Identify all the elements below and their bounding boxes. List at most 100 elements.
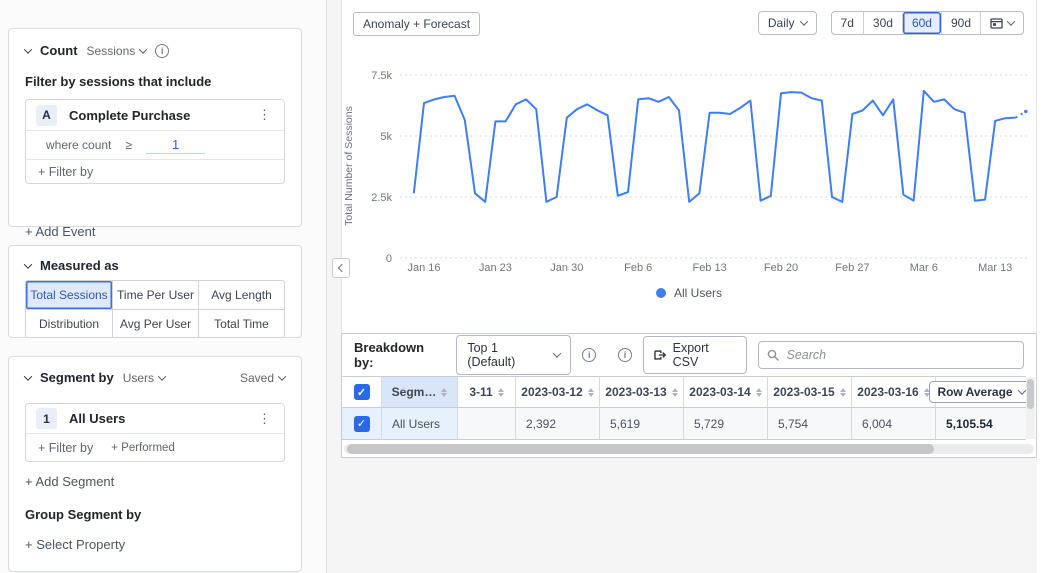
table-header-cell[interactable]: 3-11 [458, 376, 516, 408]
table-cell [458, 408, 516, 440]
event-filter-by-link[interactable]: + Filter by [38, 165, 93, 179]
chevron-down-icon [139, 45, 147, 53]
collapse-count-icon[interactable] [24, 45, 32, 53]
sort-icon[interactable] [498, 388, 504, 397]
main-area: Anomaly + Forecast Daily 7d30d60d90d 02.… [327, 0, 1056, 573]
table-header-cell[interactable]: 2023-03-12 [516, 376, 600, 408]
measured-as-option[interactable]: Distribution [26, 309, 112, 337]
sort-icon[interactable] [441, 388, 447, 397]
segment-performed-link[interactable]: + Performed [111, 442, 175, 454]
search-input[interactable] [758, 341, 1025, 369]
range-90d-button[interactable]: 90d [941, 12, 980, 34]
calendar-icon [990, 17, 1003, 29]
segment-name-cell[interactable]: All Users [382, 408, 458, 440]
table-header-cell[interactable]: 2023-03-16 [852, 376, 936, 408]
select-property-link[interactable]: + Select Property [25, 537, 125, 552]
sort-icon[interactable] [672, 388, 678, 397]
table-cell: 6,004 [852, 408, 936, 440]
granularity-dropdown[interactable]: Daily [758, 11, 817, 35]
breakdown-toolbar: Breakdown by: Top 1 (Default) i i Export… [342, 334, 1036, 376]
anomaly-forecast-button[interactable]: Anomaly + Forecast [353, 12, 480, 36]
kebab-menu-icon[interactable]: ⋮ [255, 411, 274, 427]
info-icon[interactable]: i [582, 348, 596, 362]
vertical-scrollbar-thumb[interactable] [1027, 379, 1034, 409]
saved-dropdown[interactable]: Saved [240, 371, 285, 385]
row-average-dropdown[interactable]: Row Average [929, 381, 1032, 403]
event-row[interactable]: A Complete Purchase ⋮ [26, 100, 284, 131]
row-checkbox[interactable]: ✓ [354, 384, 370, 400]
measured-as-option[interactable]: Total Time [198, 309, 284, 337]
measured-as-option[interactable]: Time Per User [112, 281, 198, 309]
range-7d-button[interactable]: 7d [832, 12, 863, 34]
x-tick-label: Feb 6 [624, 262, 652, 274]
sort-icon[interactable] [588, 388, 594, 397]
sort-icon[interactable] [840, 388, 846, 397]
collapse-panel-button[interactable] [332, 258, 350, 278]
gutter [327, 0, 341, 573]
segment-filter-by-link[interactable]: + Filter by [38, 441, 93, 455]
table-header-cell[interactable]: Segm… [382, 376, 458, 408]
sessions-dropdown[interactable]: Sessions [87, 44, 147, 58]
sort-icon[interactable] [756, 388, 762, 397]
collapse-segment-icon[interactable] [24, 372, 32, 380]
export-csv-label: Export CSV [673, 341, 737, 369]
info-icon[interactable]: i [155, 44, 169, 58]
breakdown-dropdown-value: Top 1 (Default) [467, 341, 547, 369]
breakdown-table: ✓ Segm…3-112023-03-122023-03-132023-03-14… [342, 376, 1026, 440]
measured-as-option[interactable]: Avg Per User [112, 309, 198, 337]
table-header-cell[interactable]: 2023-03-15 [768, 376, 852, 408]
background-fill [341, 458, 1037, 573]
legend-dot-icon [656, 288, 666, 298]
forecast-series-line[interactable] [1016, 112, 1026, 118]
segment-row[interactable]: 1 All Users ⋮ [26, 404, 284, 434]
x-tick-label: Feb 20 [764, 262, 798, 274]
event-box: A Complete Purchase ⋮ where count ≥ 1 + … [25, 99, 285, 184]
segment-name: All Users [69, 411, 243, 426]
calendar-dropdown-button[interactable] [980, 12, 1023, 34]
measured-as-option[interactable]: Total Sessions [26, 281, 112, 309]
filter-sessions-label: Filter by sessions that include [9, 58, 301, 89]
measured-as-option[interactable]: Avg Length [198, 281, 284, 309]
row-checkbox[interactable]: ✓ [354, 416, 370, 432]
operator-label[interactable]: ≥ [125, 138, 132, 152]
sessions-line-chart[interactable]: 02.5k5k7.5kTotal Number of SessionsJan 1… [342, 50, 1038, 286]
kebab-menu-icon[interactable]: ⋮ [255, 107, 274, 123]
info-icon[interactable]: i [618, 348, 632, 362]
y-axis-label: Total Number of Sessions [343, 106, 355, 226]
left-sidebar: Count Sessions i Filter by sessions that… [0, 0, 327, 573]
table-header-cell[interactable]: 2023-03-13 [600, 376, 684, 408]
y-tick-label: 7.5k [371, 70, 392, 82]
search-box [758, 341, 1025, 369]
chevron-down-icon [1017, 386, 1025, 394]
horizontal-scrollbar-thumb[interactable] [347, 444, 934, 454]
count-value-input[interactable]: 1 [146, 137, 205, 154]
users-dropdown-label: Users [123, 371, 154, 385]
horizontal-scrollbar [344, 444, 1034, 454]
collapse-measured-icon[interactable] [24, 260, 32, 268]
measured-as-card: Measured as Total SessionsTime Per UserA… [8, 245, 302, 338]
chevron-down-icon [553, 349, 561, 357]
add-event-link[interactable]: + Add Event [25, 224, 95, 239]
x-tick-label: Feb 13 [692, 262, 726, 274]
table-cell: 5,619 [600, 408, 684, 440]
export-csv-button[interactable]: Export CSV [643, 336, 747, 374]
sessions-series-line[interactable] [414, 91, 1016, 202]
table-cell: 5,729 [684, 408, 768, 440]
table-cell: 5,754 [768, 408, 852, 440]
users-dropdown[interactable]: Users [123, 371, 165, 385]
sessions-dropdown-label: Sessions [87, 44, 136, 58]
measured-as-options: Total SessionsTime Per UserAvg Length Dis… [25, 280, 285, 338]
add-segment-link[interactable]: + Add Segment [25, 474, 114, 489]
chart-legend[interactable]: All Users [342, 286, 1036, 300]
breakdown-dropdown[interactable]: Top 1 (Default) [456, 335, 571, 375]
segment-badge: 1 [36, 408, 57, 429]
range-60d-button[interactable]: 60d [902, 12, 941, 34]
range-30d-button[interactable]: 30d [863, 12, 902, 34]
table-header-cell[interactable]: 2023-03-14 [684, 376, 768, 408]
x-tick-label: Jan 16 [407, 262, 440, 274]
legend-label: All Users [674, 286, 722, 300]
row-average-cell: 5,105.54 [936, 408, 1026, 440]
x-tick-label: Mar 6 [910, 262, 938, 274]
saved-dropdown-label: Saved [240, 371, 274, 385]
count-card: Count Sessions i Filter by sessions that… [8, 28, 302, 227]
